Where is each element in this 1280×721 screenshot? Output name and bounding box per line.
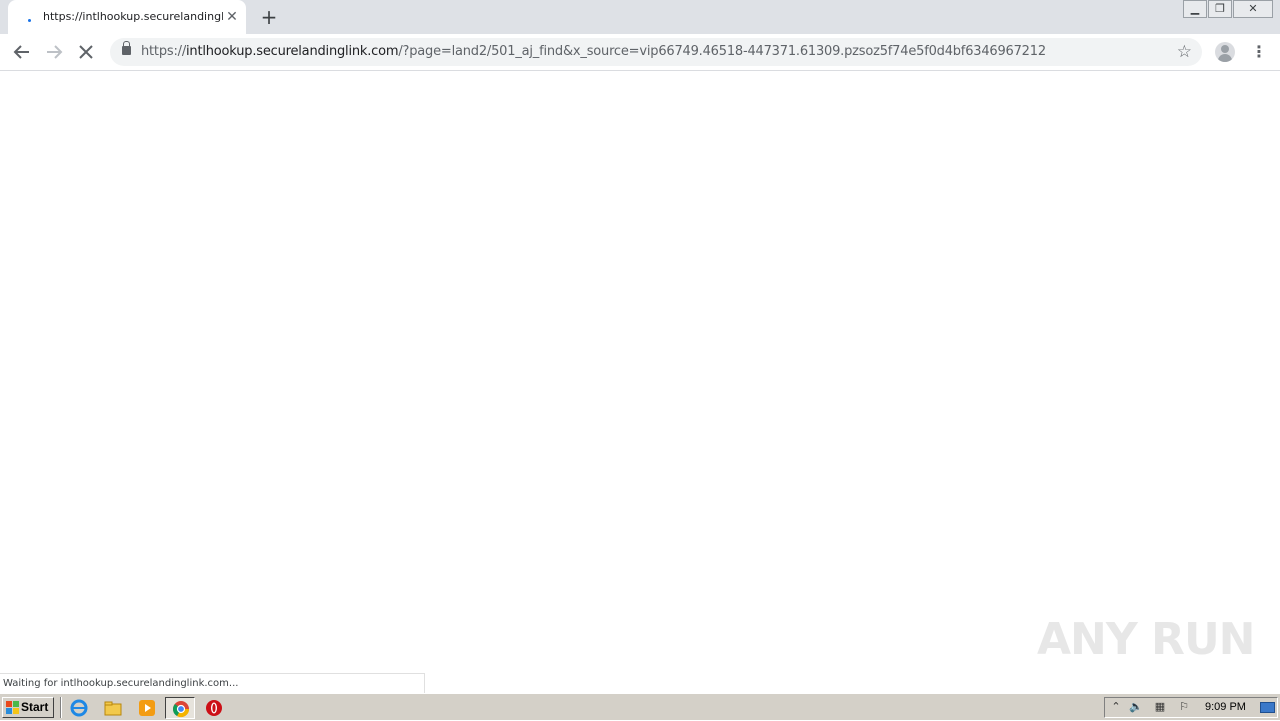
system-tray: ⌃ 🔈 ▦ ⚐ — [1104, 697, 1278, 718]
media-player-icon[interactable] — [138, 699, 156, 717]
tab-strip: https://intlhookup.securelandinglink. ✕ … — [0, 0, 1280, 34]
taskbar: Start ⌃ 🔈 ▦ ⚐ 9:09 PM — [0, 693, 1280, 720]
kebab-menu-icon[interactable]: ⋮ — [1249, 40, 1269, 64]
show-hidden-icons-icon[interactable]: ⌃ — [1109, 700, 1123, 714]
chrome-icon — [172, 701, 190, 718]
back-button[interactable] — [10, 40, 34, 64]
restore-button[interactable]: ❐ — [1208, 0, 1232, 18]
network-icon[interactable]: ▦ — [1153, 700, 1167, 714]
stop-button[interactable] — [74, 40, 98, 64]
url-path: /?page=land2/501_aj_find&x_source=vip667… — [398, 44, 1046, 59]
address-bar[interactable]: https://intlhookup.securelandinglink.com… — [110, 38, 1202, 66]
bookmark-star-icon[interactable]: ☆ — [1177, 41, 1192, 63]
arrow-right-icon — [47, 45, 63, 59]
watermark-text: ANY RUN — [1037, 614, 1255, 665]
chrome-taskbar-button[interactable] — [165, 697, 195, 719]
page-content — [0, 72, 1280, 693]
folder-icon[interactable] — [104, 699, 122, 717]
anyrun-watermark: ANY RUN — [1037, 610, 1255, 670]
forward-button[interactable] — [42, 40, 66, 64]
minimize-icon: ▁ — [1190, 2, 1200, 15]
stop-loading-icon — [79, 45, 93, 59]
browser-tab-active[interactable]: https://intlhookup.securelandinglink. ✕ — [8, 0, 246, 34]
start-button[interactable]: Start — [2, 697, 54, 718]
restore-icon: ❐ — [1215, 2, 1225, 15]
tab-close-icon[interactable]: ✕ — [224, 9, 240, 25]
taskbar-clock[interactable]: 9:09 PM — [1205, 701, 1246, 713]
status-bubble: Waiting for intlhookup.securelandinglink… — [0, 673, 425, 693]
profile-avatar-icon[interactable] — [1215, 42, 1235, 62]
tab-title: https://intlhookup.securelandinglink. — [43, 10, 223, 23]
browser-toolbar: https://intlhookup.securelandinglink.com… — [0, 34, 1280, 71]
url-text[interactable]: https://intlhookup.securelandinglink.com… — [141, 44, 1046, 59]
new-tab-button[interactable]: + — [258, 6, 280, 28]
action-center-flag-icon[interactable]: ⚐ — [1177, 700, 1191, 714]
opera-icon[interactable] — [205, 699, 223, 717]
url-prefix: https:// — [141, 44, 186, 59]
url-host: intlhookup.securelandinglink.com — [186, 44, 399, 59]
windows-logo-icon — [6, 701, 19, 714]
internet-explorer-icon[interactable] — [70, 699, 88, 717]
start-label: Start — [21, 700, 49, 714]
minimize-button[interactable]: ▁ — [1183, 0, 1207, 18]
window-close-button[interactable]: ✕ — [1233, 0, 1273, 18]
arrow-left-icon — [13, 45, 29, 59]
show-desktop-icon[interactable] — [1260, 702, 1275, 713]
lock-icon[interactable] — [122, 41, 131, 55]
taskbar-separator — [60, 697, 62, 718]
loading-favicon-icon — [22, 10, 36, 24]
volume-icon[interactable]: 🔈 — [1129, 700, 1143, 714]
close-icon: ✕ — [1248, 2, 1258, 15]
